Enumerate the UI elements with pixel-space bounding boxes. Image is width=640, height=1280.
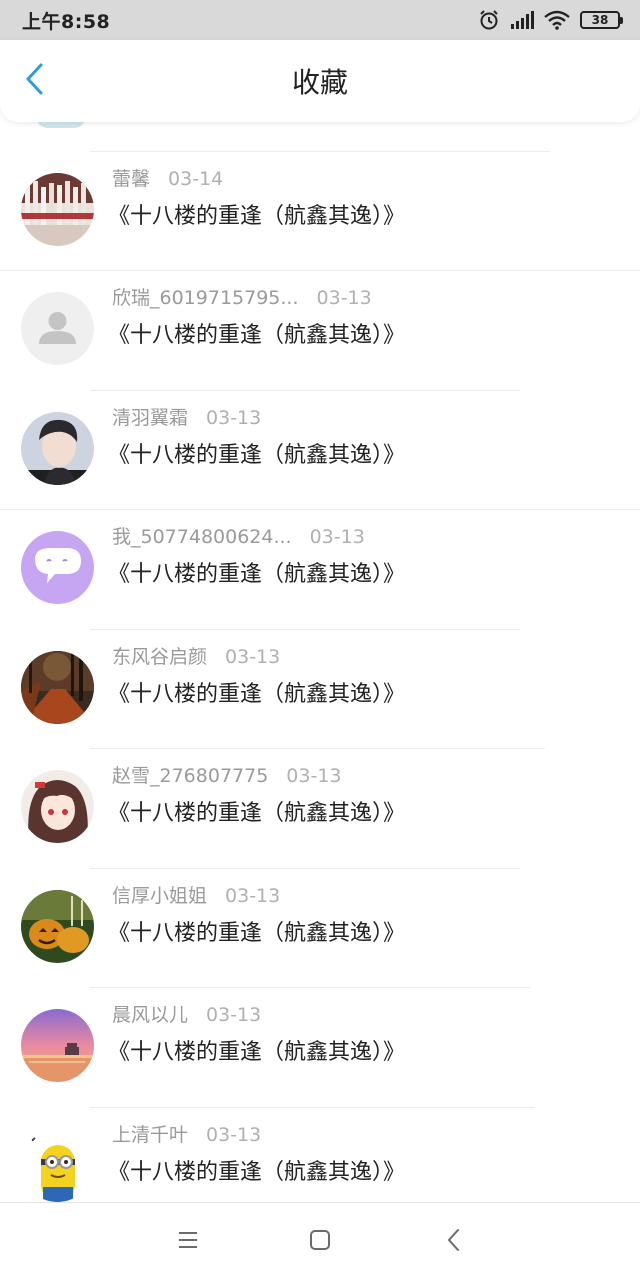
- home-button[interactable]: [307, 1229, 333, 1255]
- list-item[interactable]: 清羽翼霜 03-13 《十八楼的重逢（航鑫其逸）》: [0, 391, 640, 511]
- user-name: 上清千叶: [112, 1124, 189, 1146]
- home-square-icon: [309, 1229, 331, 1255]
- avatar-default: [21, 292, 94, 365]
- user-name: 清羽翼霜: [112, 407, 189, 429]
- avatar-sunset: [21, 1009, 94, 1082]
- header: 收藏: [0, 40, 640, 122]
- wifi-icon: [544, 10, 570, 30]
- item-date: 03-13: [225, 646, 281, 668]
- user-name: 信厚小姐姐: [112, 885, 208, 907]
- back-button[interactable]: [18, 63, 52, 99]
- battery-icon: 38: [580, 11, 623, 29]
- item-meta: 蕾馨 03-14: [112, 164, 223, 191]
- chevron-left-icon: [25, 63, 45, 99]
- list-item[interactable]: 蕾馨 03-14 《十八楼的重逢（航鑫其逸）》: [0, 152, 640, 272]
- item-title: 《十八楼的重逢（航鑫其逸）》: [108, 682, 406, 707]
- item-date: 03-13: [206, 1124, 262, 1146]
- status-icons: 38: [478, 9, 623, 31]
- item-title: 《十八楼的重逢（航鑫其逸）》: [108, 1040, 406, 1065]
- item-meta: 清羽翼霜 03-13: [112, 403, 261, 430]
- item-meta: 东风谷启颜 03-13: [112, 642, 280, 669]
- menu-icon: [177, 1230, 199, 1254]
- menu-button[interactable]: [175, 1229, 201, 1255]
- user-name: 蕾馨: [112, 168, 151, 190]
- signal-icon: [510, 11, 534, 29]
- avatar-minion: [21, 1129, 94, 1202]
- list-item[interactable]: 信厚小姐姐 03-13 《十八楼的重逢（航鑫其逸）》: [0, 869, 640, 989]
- item-date: 03-13: [225, 885, 281, 907]
- user-name: 晨风以儿: [112, 1004, 189, 1026]
- item-meta: 信厚小姐姐 03-13: [112, 881, 280, 908]
- status-time: 上午8:58: [22, 10, 111, 33]
- item-meta: 欣瑞_6019715795... 03-13: [112, 283, 372, 310]
- user-name: 东风谷启颜: [112, 646, 208, 668]
- system-nav-bar: [0, 1202, 640, 1280]
- status-bar: 上午8:58 38: [0, 0, 640, 40]
- list-item[interactable]: 赵雪_276807775 03-13 《十八楼的重逢（航鑫其逸）》: [0, 749, 640, 869]
- item-meta: 晨风以儿 03-13: [112, 1000, 261, 1027]
- item-title: 《十八楼的重逢（航鑫其逸）》: [108, 323, 406, 348]
- avatar-bottles: [21, 173, 94, 246]
- avatar-boy: [21, 412, 94, 485]
- page-title: 收藏: [291, 66, 348, 99]
- back-triangle-icon: [446, 1228, 462, 1256]
- favorites-list[interactable]: 蕾馨 03-14 《十八楼的重逢（航鑫其逸）》 欣瑞_6019715795...…: [0, 122, 640, 1202]
- list-item[interactable]: 我_50774800624... 03-13 《十八楼的重逢（航鑫其逸）》: [0, 510, 640, 630]
- item-title: 《十八楼的重逢（航鑫其逸）》: [108, 562, 406, 587]
- alarm-icon: [478, 9, 500, 31]
- list-item[interactable]: 上清千叶 03-13 《十八楼的重逢（航鑫其逸）》: [0, 1108, 640, 1202]
- item-date: 03-13: [316, 287, 372, 309]
- item-title: 《十八楼的重逢（航鑫其逸）》: [108, 204, 406, 229]
- item-meta: 赵雪_276807775 03-13: [112, 761, 342, 788]
- avatar-autumn-road: [21, 651, 94, 724]
- avatar-chat-bubble: [21, 531, 94, 604]
- back-nav-button[interactable]: [441, 1229, 467, 1255]
- item-title: 《十八楼的重逢（航鑫其逸）》: [108, 443, 406, 468]
- user-name: 赵雪_276807775: [112, 765, 269, 787]
- item-date: 03-14: [168, 168, 224, 190]
- item-title: 《十八楼的重逢（航鑫其逸）》: [108, 1160, 406, 1185]
- item-date: 03-13: [286, 765, 342, 787]
- user-name: 欣瑞_6019715795...: [112, 287, 299, 309]
- item-meta: 我_50774800624... 03-13: [112, 522, 365, 549]
- partial-avatar: [36, 122, 86, 128]
- user-name: 我_50774800624...: [112, 526, 292, 548]
- list-item[interactable]: 晨风以儿 03-13 《十八楼的重逢（航鑫其逸）》: [0, 988, 640, 1108]
- avatar-pumpkins: [21, 890, 94, 963]
- list-item[interactable]: 欣瑞_6019715795... 03-13 《十八楼的重逢（航鑫其逸）》: [0, 271, 640, 391]
- item-date: 03-13: [309, 526, 365, 548]
- item-title: 《十八楼的重逢（航鑫其逸）》: [108, 801, 406, 826]
- avatar-anime-girl: [21, 770, 94, 843]
- item-date: 03-13: [206, 407, 262, 429]
- item-title: 《十八楼的重逢（航鑫其逸）》: [108, 921, 406, 946]
- item-date: 03-13: [206, 1004, 262, 1026]
- list-item[interactable]: 东风谷启颜 03-13 《十八楼的重逢（航鑫其逸）》: [0, 630, 640, 750]
- item-meta: 上清千叶 03-13: [112, 1120, 261, 1147]
